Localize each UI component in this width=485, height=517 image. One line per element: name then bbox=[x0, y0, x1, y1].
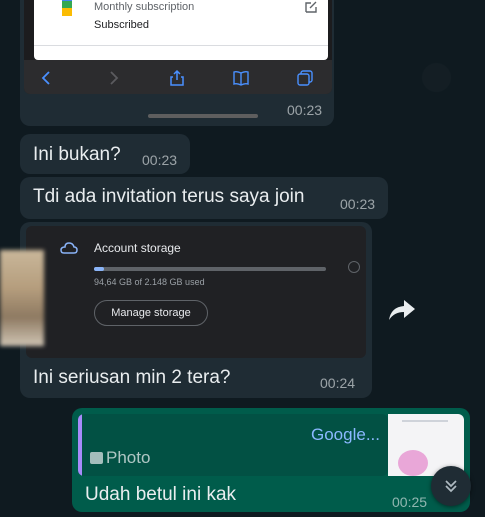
photo-icon bbox=[90, 452, 103, 464]
shared-screenshot-storage[interactable]: Account storage 94,64 GB of 2.148 GB use… bbox=[26, 226, 366, 358]
subscription-sheet: Monthly subscription Subscribed bbox=[34, 0, 328, 60]
double-chevron-down-icon bbox=[445, 480, 457, 493]
subscription-label: Monthly subscription bbox=[94, 1, 195, 13]
home-indicator bbox=[148, 114, 258, 118]
bookmarks-icon bbox=[233, 70, 249, 86]
shared-screenshot-subscription[interactable]: Monthly subscription Subscribed bbox=[24, 0, 332, 94]
thumbnail-line bbox=[402, 420, 448, 422]
forward-icon bbox=[110, 71, 119, 85]
message-bubble[interactable]: Ini bukan? 00:23 bbox=[20, 134, 190, 174]
share-icon bbox=[170, 69, 184, 86]
manage-storage-button: Manage storage bbox=[94, 300, 208, 326]
thumbnail-shape bbox=[398, 450, 428, 476]
message-time: 00:23 bbox=[142, 152, 178, 168]
storage-progress-fill bbox=[94, 267, 105, 271]
message-text: Ini bukan? bbox=[33, 144, 121, 165]
blurred-avatar bbox=[0, 250, 44, 346]
quoted-type: Photo bbox=[106, 448, 151, 467]
browser-toolbar bbox=[24, 60, 332, 94]
forward-message-icon[interactable] bbox=[388, 298, 416, 322]
scroll-down-button[interactable] bbox=[431, 466, 471, 506]
quoted-sender: Google... bbox=[311, 425, 380, 444]
back-icon bbox=[41, 71, 50, 85]
message-time: 00:23 bbox=[340, 196, 376, 212]
cloud-icon bbox=[60, 242, 78, 254]
divider bbox=[34, 45, 328, 46]
chevron-icon bbox=[348, 261, 360, 273]
storage-usage-text: 94,64 GB of 2.148 GB used bbox=[94, 277, 205, 287]
account-storage-title: Account storage bbox=[94, 241, 181, 255]
message-time: 00:23 bbox=[287, 102, 323, 118]
message-time: 00:24 bbox=[320, 375, 356, 391]
message-time: 00:25 bbox=[392, 494, 428, 510]
google-one-logo-icon bbox=[62, 0, 74, 20]
edit-icon bbox=[305, 1, 317, 13]
message-bubble[interactable]: Tdi ada invitation terus saya join 00:23 bbox=[20, 177, 388, 219]
quote-bar bbox=[78, 414, 82, 476]
message-text: Udah betul ini kak bbox=[85, 484, 237, 505]
tabs-icon bbox=[297, 70, 313, 86]
message-text: Tdi ada invitation terus saya join bbox=[33, 186, 305, 207]
storage-progress-bar bbox=[94, 267, 326, 271]
image-caption: Ini seriusan min 2 tera? bbox=[33, 367, 231, 388]
subscription-status: Subscribed bbox=[94, 19, 150, 31]
quoted-message[interactable]: Google... Photo bbox=[78, 414, 388, 476]
